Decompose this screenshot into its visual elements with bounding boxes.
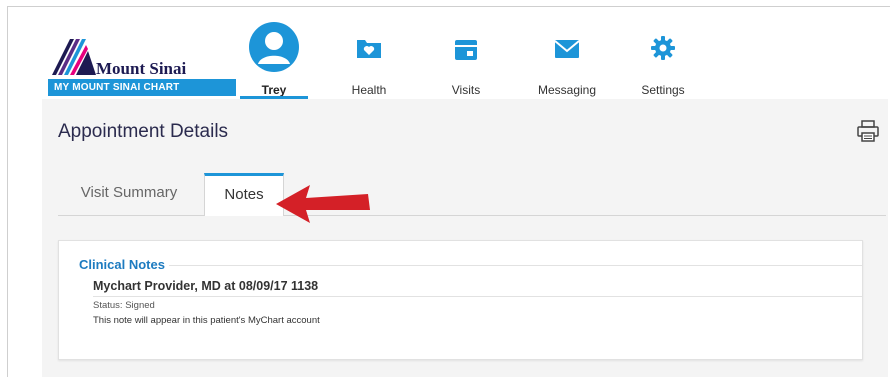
note-divider [93, 296, 862, 297]
nav-item-label: Health [351, 83, 387, 97]
nav-item-health[interactable]: Health [339, 21, 399, 99]
page-title: Appointment Details [58, 121, 229, 142]
nav-item-settings[interactable]: Settings [628, 21, 698, 99]
app-window: Mount Sinai MY MOUNT SINAI CHART Trey He… [7, 6, 890, 377]
nav-item-label: Settings [641, 83, 685, 97]
nav-item-messaging[interactable]: Messaging [525, 21, 609, 99]
nav-item-visits[interactable]: Visits [438, 21, 494, 99]
nav-item-trey[interactable]: Trey [240, 21, 308, 99]
printer-icon[interactable] [856, 119, 880, 143]
section-divider [169, 265, 862, 266]
note-status: Status: Signed [93, 300, 155, 311]
gear-icon [651, 36, 675, 60]
tab-notes[interactable]: Notes [204, 173, 284, 216]
tab-bar: Visit Summary Notes [58, 171, 886, 216]
brand-name: Mount Sinai [96, 59, 187, 78]
mount-sinai-mark-icon [52, 39, 96, 75]
note-body: This note will appear in this patient's … [93, 315, 320, 326]
calendar-icon [455, 40, 477, 60]
top-header: Mount Sinai MY MOUNT SINAI CHART Trey He… [8, 7, 890, 99]
user-avatar-icon [249, 22, 299, 72]
nav-item-label: Visits [451, 83, 481, 97]
clinical-notes-panel: Clinical Notes Mychart Provider, MD at 0… [58, 240, 863, 360]
note-title-link[interactable]: Mychart Provider, MD at 08/09/17 1138 [93, 279, 318, 293]
envelope-icon [554, 40, 580, 58]
annotation-arrow-icon [276, 185, 370, 223]
nav-item-label: Trey [261, 83, 287, 97]
mount-sinai-logo[interactable]: Mount Sinai MY MOUNT SINAI CHART [48, 39, 238, 97]
tab-visit-summary[interactable]: Visit Summary [58, 171, 200, 215]
main-content: Appointment Details Visit Summary Notes … [42, 99, 888, 377]
nav-item-label: Messaging [537, 83, 597, 97]
product-name-bar: MY MOUNT SINAI CHART [48, 79, 236, 96]
section-title: Clinical Notes [79, 257, 165, 272]
folder-heart-icon [357, 40, 381, 58]
